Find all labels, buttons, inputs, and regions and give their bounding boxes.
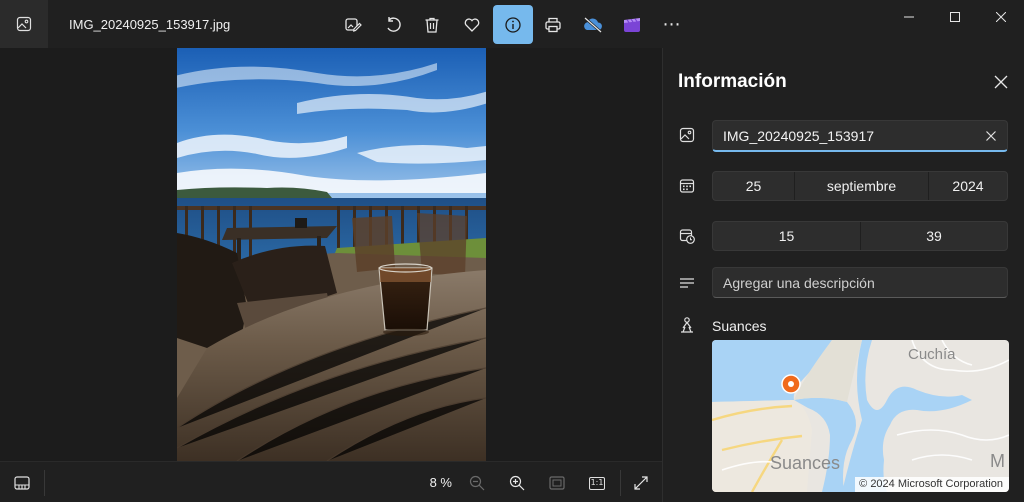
photo-image [177, 48, 486, 461]
print-button[interactable] [533, 5, 573, 44]
close-icon [994, 75, 1008, 89]
location-map[interactable]: Cuchía Suances M © 2024 Microsoft Corpor… [712, 340, 1009, 492]
calendar-icon [678, 177, 696, 195]
bottom-toolbar: 8 % 1:1 [0, 461, 662, 502]
clipchamp-icon [624, 17, 640, 32]
cloud-off-icon [584, 16, 602, 33]
zoom-level: 8 % [429, 475, 452, 490]
map-label-cuchia: Cuchía [908, 346, 956, 363]
map-graphic [712, 340, 1009, 492]
image-icon [16, 16, 32, 32]
time-hour[interactable]: 15 [713, 222, 860, 250]
clear-name-button[interactable] [983, 128, 999, 144]
actual-size-label: 1:1 [590, 477, 604, 487]
edit-image-icon [345, 17, 362, 32]
actual-size-icon: 1:1 [589, 476, 605, 490]
photos-app-icon[interactable] [0, 0, 48, 48]
trash-icon [425, 17, 439, 33]
onedrive-button[interactable] [573, 5, 613, 44]
rotate-icon [387, 16, 401, 32]
image-viewer[interactable] [0, 48, 662, 461]
clear-icon [986, 131, 996, 141]
description-input[interactable] [723, 275, 993, 291]
favorite-button[interactable] [452, 5, 492, 44]
toolbar-divider [620, 470, 621, 496]
time-picker[interactable]: 15 39 [712, 221, 1008, 251]
maximize-button[interactable] [932, 0, 978, 34]
date-picker[interactable]: 25 septiembre 2024 [712, 171, 1008, 201]
info-button[interactable] [493, 5, 533, 44]
date-year[interactable]: 2024 [929, 172, 1007, 200]
description-field[interactable] [712, 267, 1008, 298]
actual-size-button[interactable]: 1:1 [583, 470, 611, 496]
filmstrip-icon [14, 476, 30, 490]
title-bar: IMG_20240925_153917.jpg ⋯ [0, 0, 1024, 48]
delete-button[interactable] [412, 5, 452, 44]
time-minute[interactable]: 39 [861, 222, 1007, 250]
map-label-partial: M [990, 451, 1005, 471]
file-name-title: IMG_20240925_153917.jpg [69, 17, 231, 32]
zoom-out-icon [469, 475, 485, 491]
zoom-in-icon [509, 475, 525, 491]
image-icon [678, 126, 696, 144]
more-icon: ⋯ [662, 14, 682, 34]
filmstrip-button[interactable] [8, 470, 36, 496]
map-label-suances: Suances [770, 453, 841, 473]
info-icon [505, 16, 521, 33]
text-lines-icon [678, 274, 696, 292]
fit-to-window-icon [549, 476, 565, 490]
map-copyright: © 2024 Microsoft Corporation [855, 477, 1009, 492]
fullscreen-button[interactable] [627, 470, 655, 496]
file-name-input[interactable] [723, 128, 973, 144]
date-month[interactable]: septiembre [795, 172, 928, 200]
toolbar-divider [44, 470, 45, 496]
fit-to-window-button[interactable] [543, 470, 571, 496]
rotate-button[interactable] [373, 5, 413, 44]
location-person-icon [678, 316, 696, 334]
maximize-icon [950, 12, 960, 22]
location-name: Suances [712, 318, 767, 334]
edit-image-button[interactable] [333, 5, 373, 44]
minimize-icon [904, 16, 914, 18]
file-name-field[interactable] [712, 120, 1008, 152]
heart-icon [464, 17, 480, 32]
calendar-clock-icon [678, 227, 696, 245]
clipchamp-button[interactable] [612, 5, 652, 44]
close-panel-button[interactable] [991, 72, 1011, 92]
expand-icon [634, 476, 648, 490]
minimize-button[interactable] [886, 0, 932, 34]
printer-icon [545, 17, 561, 32]
more-button[interactable]: ⋯ [652, 5, 692, 44]
close-window-button[interactable] [978, 0, 1024, 34]
zoom-out-button[interactable] [463, 470, 491, 496]
close-icon [996, 12, 1006, 22]
zoom-in-button[interactable] [503, 470, 531, 496]
date-day[interactable]: 25 [713, 172, 794, 200]
panel-title: Información [678, 71, 787, 92]
info-panel: Información 25 septiembre [662, 48, 1024, 502]
